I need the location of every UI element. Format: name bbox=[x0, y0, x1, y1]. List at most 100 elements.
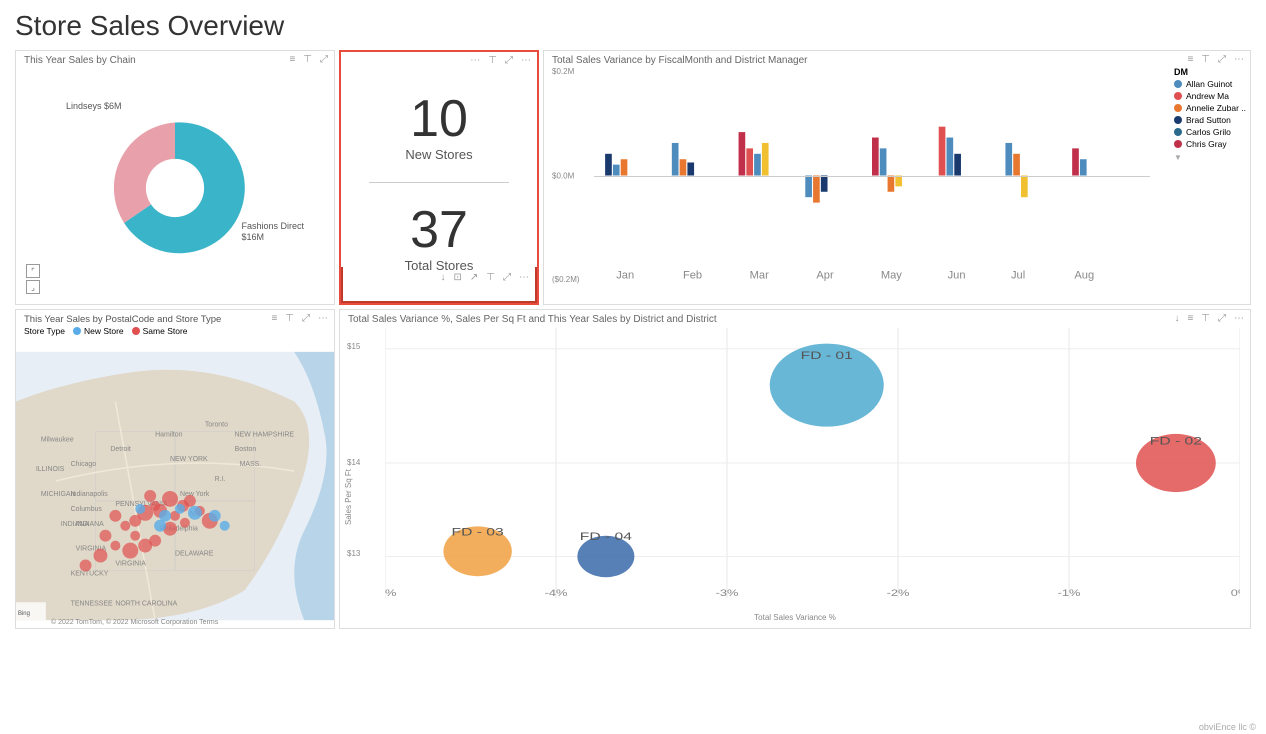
svg-text:Jan: Jan bbox=[616, 270, 634, 282]
variance-more-icon[interactable]: ⋯ bbox=[1232, 53, 1246, 66]
svg-text:KENTUCKY: KENTUCKY bbox=[71, 570, 109, 577]
label-fashions: Fashions Direct $16M bbox=[241, 221, 304, 244]
legend-scroll-down[interactable]: ▼ bbox=[1174, 153, 1246, 162]
kpi-bottom-border: ↓ ⊡ ↗ ⊤ ⤢ ⋯ bbox=[341, 267, 537, 303]
map-container: Store Type New Store Same Store bbox=[16, 310, 334, 628]
svg-text:-4%: -4% bbox=[545, 588, 568, 598]
svg-text:-2%: -2% bbox=[887, 588, 910, 598]
y-label-top: $0.2M bbox=[552, 67, 574, 76]
new-store-dot bbox=[73, 327, 81, 335]
svg-text:Columbus: Columbus bbox=[71, 506, 103, 513]
svg-text:FD - 03: FD - 03 bbox=[452, 526, 505, 538]
map-legend: Store Type New Store Same Store bbox=[24, 326, 188, 336]
legend-label-2: Annelie Zubar .. bbox=[1186, 103, 1246, 113]
store-type-label: Store Type bbox=[24, 326, 65, 336]
map-svg: Chicago Indianapolis Detroit Hamilton To… bbox=[16, 344, 334, 628]
svg-text:MICHIGAN: MICHIGAN bbox=[41, 491, 76, 498]
scatter-filter-icon[interactable]: ⊤ bbox=[1199, 312, 1212, 325]
svg-text:Mar: Mar bbox=[750, 270, 769, 282]
svg-text:-3%: -3% bbox=[716, 588, 739, 598]
svg-text:Jul: Jul bbox=[1011, 270, 1025, 282]
new-stores-value: 10 bbox=[410, 93, 468, 145]
svg-text:NEW HAMPSHIRE: NEW HAMPSHIRE bbox=[235, 431, 295, 438]
svg-text:Boston: Boston bbox=[235, 446, 257, 453]
variance-menu-icon[interactable]: ≡ bbox=[1185, 53, 1195, 66]
svg-text:Indianapolis: Indianapolis bbox=[71, 491, 109, 498]
kpi-container: 10 New Stores 37 Total Stores bbox=[341, 52, 537, 303]
bar-chart-area: $0.2M $0.0M ($0.2M) bbox=[594, 67, 1150, 284]
y-axis-13: $13 bbox=[347, 549, 360, 558]
panel-scatter: Total Sales Variance %, Sales Per Sq Ft … bbox=[339, 309, 1251, 629]
scatter-expand-icon[interactable]: ⤢ bbox=[1216, 312, 1228, 325]
svg-text:FD - 01: FD - 01 bbox=[801, 349, 853, 361]
resize-down-btn[interactable]: ⌟ bbox=[26, 280, 40, 294]
svg-text:NEW YORK: NEW YORK bbox=[170, 456, 208, 463]
kpi-more2-icon[interactable]: ⋯ bbox=[519, 54, 533, 67]
legend-item-0: Allan Guinot bbox=[1174, 79, 1246, 89]
legend-label-4: Carlos Grilo bbox=[1186, 127, 1231, 137]
kpi-more-icon[interactable]: ⋯ bbox=[468, 54, 482, 67]
svg-text:NORTH CAROLINA: NORTH CAROLINA bbox=[115, 600, 177, 607]
legend-title: DM bbox=[1174, 67, 1246, 77]
kpi-bt-more-icon[interactable]: ⋯ bbox=[517, 271, 531, 284]
svg-text:Hamilton: Hamilton bbox=[155, 431, 183, 438]
kpi-filter-icon[interactable]: ⊤ bbox=[486, 54, 499, 67]
y-label-mid: $0.0M bbox=[552, 171, 574, 180]
svg-text:DELAWARE: DELAWARE bbox=[175, 551, 214, 558]
kpi-bt-up-icon[interactable]: ↓ bbox=[439, 271, 448, 284]
dashboard-grid: This Year Sales by Chain ≡ ⊤ ⤢ Lindseys … bbox=[15, 50, 1251, 670]
kpi-bt-expand-icon[interactable]: ⤢ bbox=[501, 271, 513, 284]
svg-text:FD - 04: FD - 04 bbox=[580, 530, 633, 542]
svg-text:Chicago: Chicago bbox=[71, 461, 97, 468]
svg-text:New York: New York bbox=[180, 491, 210, 498]
legend-item-2: Annelie Zubar .. bbox=[1174, 103, 1246, 113]
svg-text:May: May bbox=[881, 270, 902, 282]
legend-dot-3 bbox=[1174, 116, 1182, 124]
legend-label-1: Andrew Ma bbox=[1186, 91, 1229, 101]
svg-text:FD - 02: FD - 02 bbox=[1150, 434, 1202, 446]
variance-panel-title: Total Sales Variance by FiscalMonth and … bbox=[544, 51, 815, 68]
variance-toolbar: ≡ ⊤ ⤢ ⋯ bbox=[1185, 53, 1246, 66]
legend-label-0: Allan Guinot bbox=[1186, 79, 1232, 89]
scatter-panel-title: Total Sales Variance %, Sales Per Sq Ft … bbox=[340, 310, 725, 327]
kpi-expand-icon[interactable]: ⤢ bbox=[503, 54, 515, 67]
svg-text:-1%: -1% bbox=[1058, 588, 1081, 598]
scatter-chart-area: $15 $14 $13 bbox=[385, 328, 1240, 598]
svg-text:MASS.: MASS. bbox=[240, 461, 262, 468]
legend-dot-5 bbox=[1174, 140, 1182, 148]
scatter-download-icon[interactable]: ↓ bbox=[1172, 312, 1181, 325]
legend-dot-1 bbox=[1174, 92, 1182, 100]
new-stores-label: New Stores bbox=[405, 147, 472, 162]
new-stores-block: 10 New Stores bbox=[405, 72, 472, 182]
dashboard: Store Sales Overview This Year Sales by … bbox=[0, 0, 1266, 734]
kpi-bt-filter-icon[interactable]: ⊤ bbox=[484, 271, 497, 284]
legend-dot-0 bbox=[1174, 80, 1182, 88]
kpi-divider bbox=[369, 182, 510, 183]
scatter-grid: FD - 01 FD - 02 FD - 03 FD - 04 -5% -4% … bbox=[385, 328, 1240, 598]
y-axis-14: $14 bbox=[347, 458, 360, 467]
legend-dot-4 bbox=[1174, 128, 1182, 136]
scatter-menu-icon[interactable]: ≡ bbox=[1185, 312, 1195, 325]
pie-chart-container: Lindseys $6M Fashions Direct $16M bbox=[16, 51, 334, 304]
kpi-bt-focus-icon[interactable]: ⊡ bbox=[452, 271, 464, 284]
variance-expand-icon[interactable]: ⤢ bbox=[1216, 53, 1228, 66]
svg-text:-5%: -5% bbox=[385, 588, 396, 598]
svg-text:Milwaukee: Milwaukee bbox=[41, 436, 74, 443]
kpi-bt-share-icon[interactable]: ↗ bbox=[468, 271, 480, 284]
svg-text:Bing: Bing bbox=[18, 611, 30, 617]
kpi-toolbar: ⋯ ⊤ ⤢ ⋯ bbox=[468, 54, 533, 67]
variance-filter-icon[interactable]: ⊤ bbox=[1199, 53, 1212, 66]
page-title: Store Sales Overview bbox=[15, 10, 1251, 42]
svg-text:VIRGINIA: VIRGINIA bbox=[115, 561, 146, 568]
legend-dot-2 bbox=[1174, 104, 1182, 112]
zero-line bbox=[594, 176, 1150, 177]
panel-kpi: ⋯ ⊤ ⤢ ⋯ 10 New Stores 37 Total Stores bbox=[339, 50, 539, 305]
scatter-more-icon[interactable]: ⋯ bbox=[1232, 312, 1246, 325]
legend-new-store: New Store bbox=[73, 326, 124, 336]
panel-map: This Year Sales by PostalCode and Store … bbox=[15, 309, 335, 629]
legend-same-store: Same Store bbox=[132, 326, 188, 336]
scatter-toolbar: ↓ ≡ ⊤ ⤢ ⋯ bbox=[1172, 312, 1246, 325]
legend-item-4: Carlos Grilo bbox=[1174, 127, 1246, 137]
resize-handle: ⌜ ⌟ bbox=[26, 264, 40, 294]
resize-up-btn[interactable]: ⌜ bbox=[26, 264, 40, 278]
